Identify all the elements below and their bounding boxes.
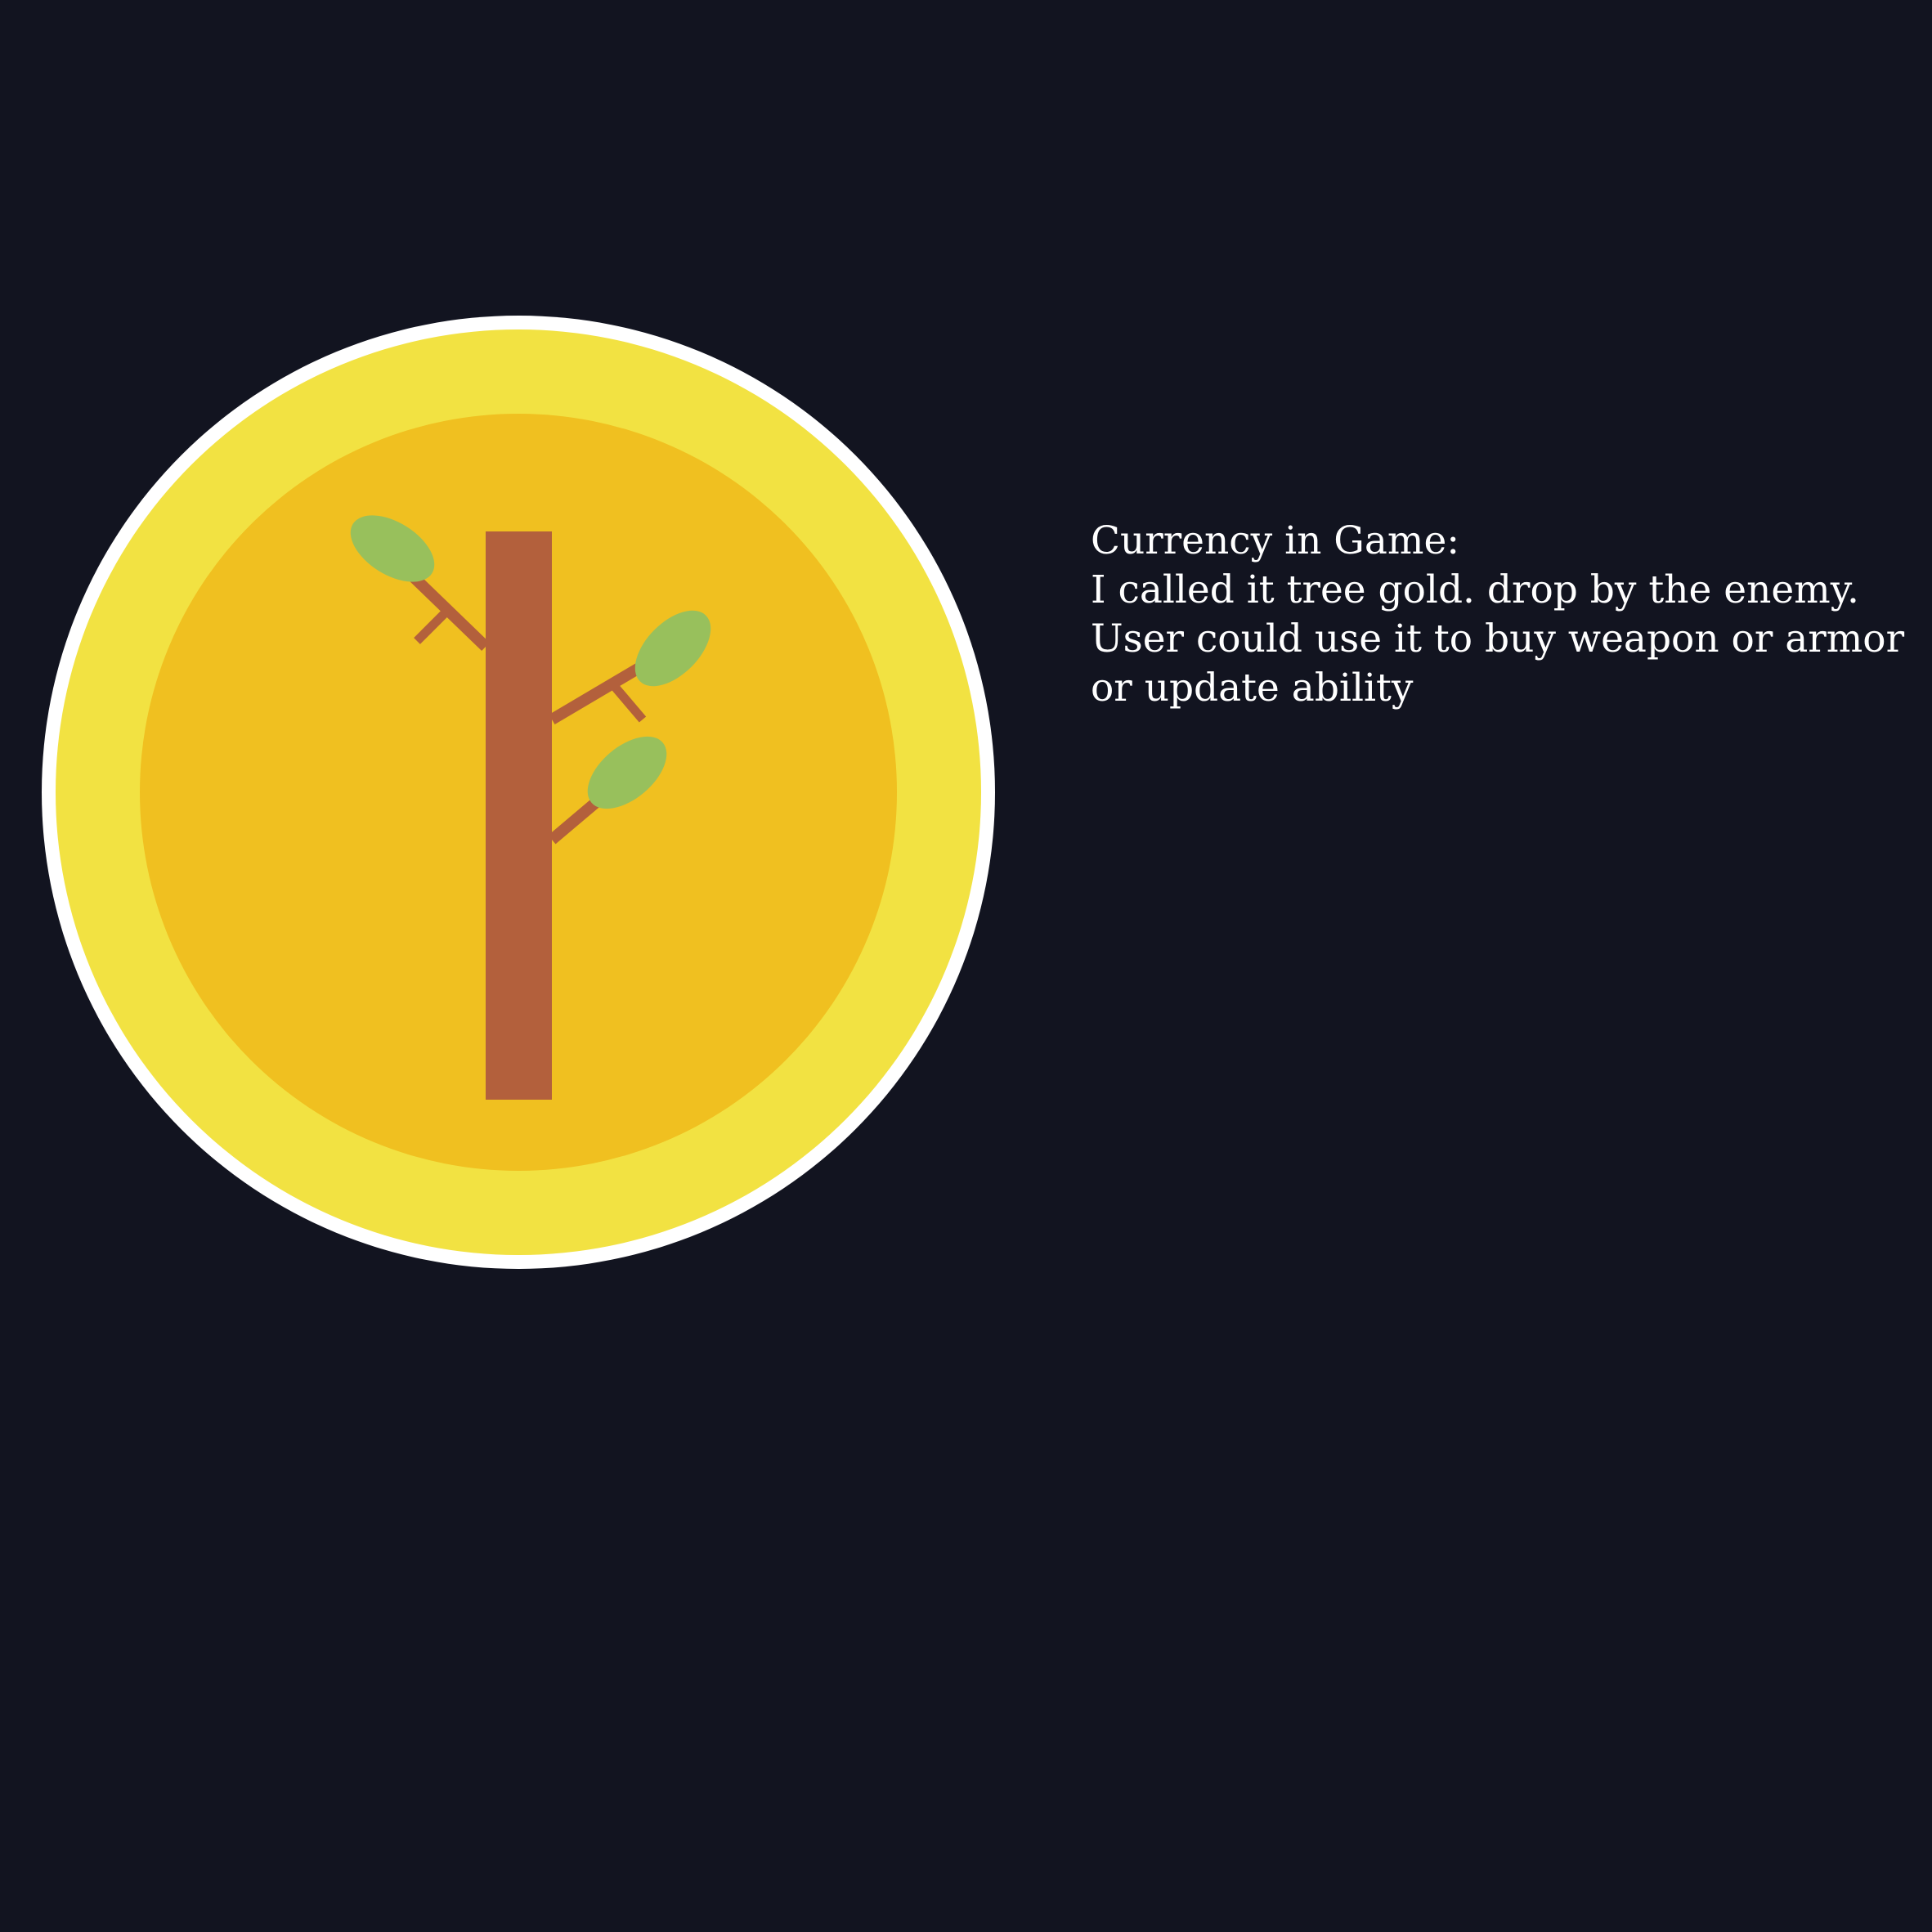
caption-line: or update ability: [1091, 666, 1414, 710]
game-currency-slide: Currency in Game: I called it tree gold.…: [0, 0, 1932, 1932]
caption-title: Currency in Game:: [1091, 518, 1460, 563]
caption-line: I called it tree gold. drop by the enemy…: [1091, 567, 1859, 612]
currency-description: Currency in Game: I called it tree gold.…: [1091, 517, 1905, 713]
caption-line: User could use it to buy weapon or armor: [1091, 616, 1905, 661]
tree-trunk: [486, 531, 552, 1100]
tree-gold-coin-icon: [42, 316, 995, 1269]
